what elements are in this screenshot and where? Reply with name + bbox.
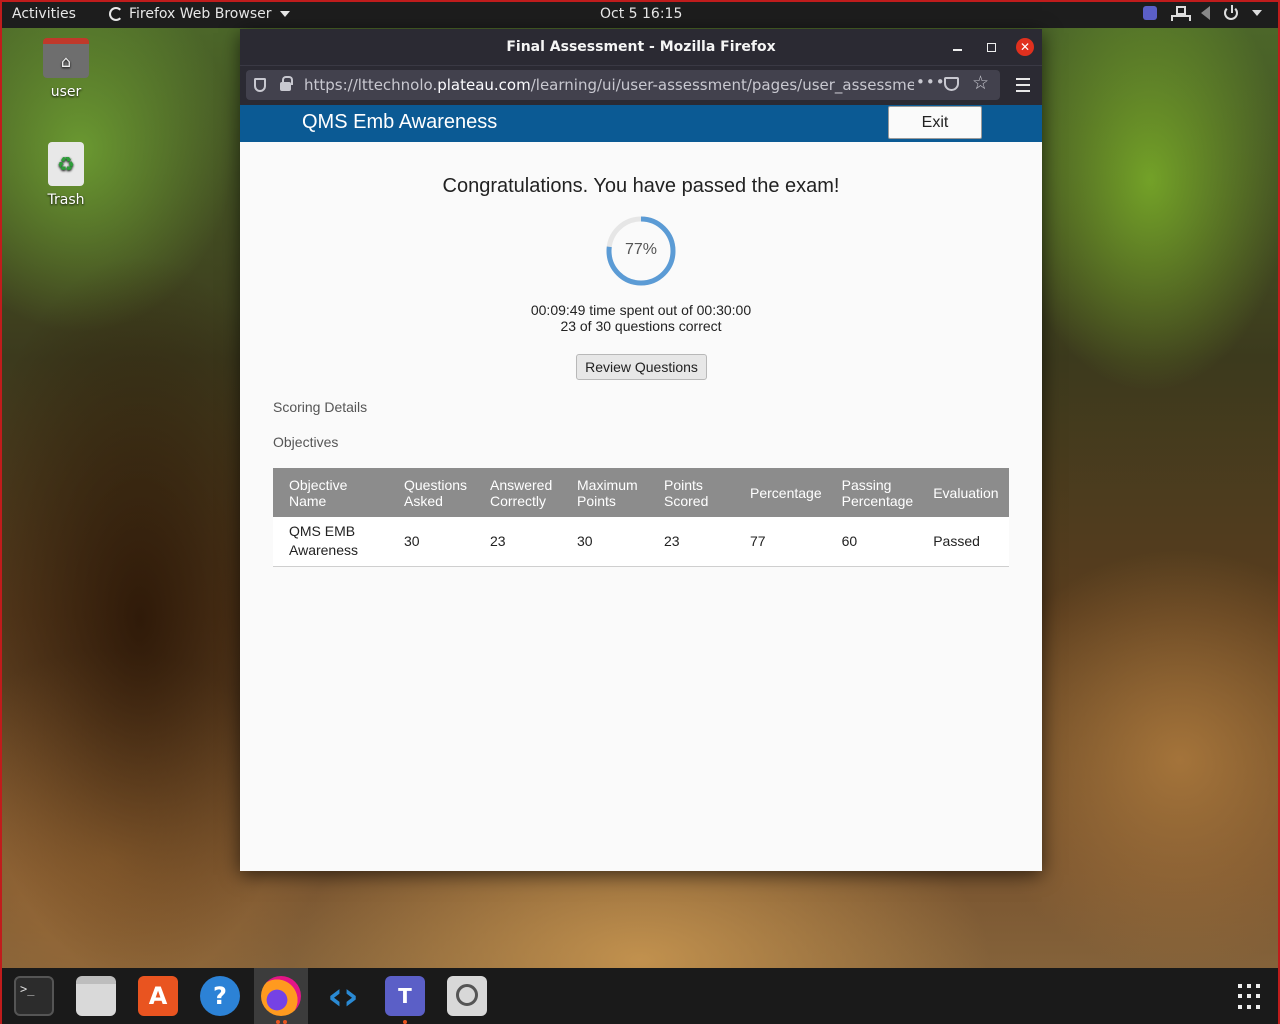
cell-passing-percentage: 60 <box>825 517 918 567</box>
clock[interactable]: Oct 5 16:15 <box>600 6 682 22</box>
nav-bar: https://lttechnolo.plateau.com/learning/… <box>240 65 1042 105</box>
review-questions-button[interactable]: Review Questions <box>576 354 707 380</box>
image-viewer-icon[interactable] <box>447 976 487 1016</box>
table-header-row: Objective Name Questions Asked Answered … <box>273 468 1009 517</box>
volume-icon[interactable] <box>1201 6 1210 20</box>
chevron-down-icon <box>279 11 290 17</box>
minimize-button[interactable] <box>953 29 962 65</box>
activities-button[interactable]: Activities <box>12 6 76 22</box>
url-prefix: https://lttechnolo. <box>304 76 438 94</box>
url-domain: plateau.com <box>437 76 531 94</box>
result-heading: Congratulations. You have passed the exa… <box>442 175 840 197</box>
window-title: Final Assessment - Mozilla Firefox <box>506 39 776 55</box>
firefox-window: Final Assessment - Mozilla Firefox ✕ htt… <box>240 29 1042 871</box>
exit-button[interactable]: Exit <box>888 106 982 139</box>
firefox-small-icon <box>109 7 123 21</box>
col-percentage: Percentage <box>734 468 826 517</box>
window-titlebar[interactable]: Final Assessment - Mozilla Firefox ✕ <box>240 29 1042 65</box>
url-text[interactable]: https://lttechnolo.plateau.com/learning/… <box>304 76 914 94</box>
bookmark-star-icon[interactable]: ☆ <box>972 72 989 94</box>
running-indicator <box>283 1020 287 1024</box>
col-passing-percentage: Passing Percentage <box>825 468 918 517</box>
running-indicator <box>276 1020 280 1024</box>
tracking-shield-icon[interactable] <box>254 78 266 92</box>
chevron-down-icon[interactable] <box>1252 10 1262 16</box>
desktop-icon-label: user <box>50 84 82 100</box>
url-bar[interactable]: https://lttechnolo.plateau.com/learning/… <box>246 70 1000 100</box>
objectives-label: Objectives <box>273 434 339 450</box>
cell-questions-asked: 30 <box>388 517 474 567</box>
result-stats: 00:09:49 time spent out of 00:30:00 23 o… <box>240 302 1042 334</box>
cell-points-scored: 23 <box>648 517 734 567</box>
maximize-icon <box>987 42 996 52</box>
cell-evaluation: Passed <box>917 517 1009 567</box>
maximize-button[interactable] <box>987 29 996 65</box>
top-bar: Activities Firefox Web Browser Oct 5 16:… <box>2 2 1278 28</box>
teams-icon[interactable]: T <box>385 976 425 1016</box>
col-questions-asked: Questions Asked <box>388 468 474 517</box>
col-objective-name: Objective Name <box>273 468 388 517</box>
col-maximum-points: Maximum Points <box>561 468 648 517</box>
close-icon: ✕ <box>1016 38 1034 56</box>
close-button[interactable]: ✕ <box>1016 29 1034 65</box>
cell-objective-name: QMS EMB Awareness <box>273 517 388 567</box>
col-answered-correctly: Answered Correctly <box>474 468 561 517</box>
lock-icon[interactable] <box>280 76 293 91</box>
running-indicator <box>403 1020 407 1024</box>
app-menu-label: Firefox Web Browser <box>129 6 272 22</box>
network-icon[interactable] <box>1171 5 1191 21</box>
teams-tray-icon[interactable] <box>1143 6 1157 20</box>
software-store-icon[interactable]: A <box>138 976 178 1016</box>
assessment-page: QMS Emb Awareness Exit Congratulations. … <box>240 105 1042 871</box>
col-evaluation: Evaluation <box>917 468 1009 517</box>
time-spent: 00:09:49 time spent out of 00:30:00 <box>530 302 752 318</box>
pocket-icon[interactable] <box>944 77 959 91</box>
app-menu[interactable]: Firefox Web Browser <box>109 6 290 22</box>
table-row: QMS EMB Awareness 30 23 30 23 77 60 Pass… <box>273 517 1009 567</box>
menu-hamburger-icon[interactable] <box>1016 78 1030 96</box>
dock: >_ A ? ‹› T <box>2 968 1278 1024</box>
cell-answered-correctly: 23 <box>474 517 561 567</box>
show-applications-icon[interactable] <box>1238 984 1264 1010</box>
power-icon[interactable] <box>1224 5 1238 20</box>
minimize-icon <box>953 49 962 51</box>
objectives-table: Objective Name Questions Asked Answered … <box>273 468 1009 567</box>
files-icon[interactable] <box>76 976 116 1016</box>
course-header: QMS Emb Awareness Exit <box>240 105 1042 142</box>
page-actions-more-icon[interactable]: ••• <box>916 73 946 91</box>
home-folder-icon: ⌂ <box>43 38 89 78</box>
system-tray[interactable] <box>1143 5 1262 21</box>
help-icon[interactable]: ? <box>200 976 240 1016</box>
desktop-icon-trash[interactable]: ♻ Trash <box>26 142 106 208</box>
score-percent: 77% <box>624 241 658 258</box>
scoring-details-label: Scoring Details <box>273 399 368 415</box>
course-title: QMS Emb Awareness <box>302 111 498 133</box>
url-path: /learning/ui/user-assessment/pages/user_… <box>530 76 914 94</box>
desktop-icon-user[interactable]: ⌂ user <box>26 38 106 100</box>
vscode-icon[interactable]: ‹› <box>323 976 363 1016</box>
cell-percentage: 77 <box>734 517 826 567</box>
desktop-icon-label: Trash <box>47 192 85 208</box>
firefox-icon[interactable] <box>261 976 301 1016</box>
trash-icon: ♻ <box>48 142 84 186</box>
col-points-scored: Points Scored <box>648 468 734 517</box>
cell-maximum-points: 30 <box>561 517 648 567</box>
questions-correct: 23 of 30 questions correct <box>560 318 722 334</box>
terminal-icon[interactable]: >_ <box>14 976 54 1016</box>
